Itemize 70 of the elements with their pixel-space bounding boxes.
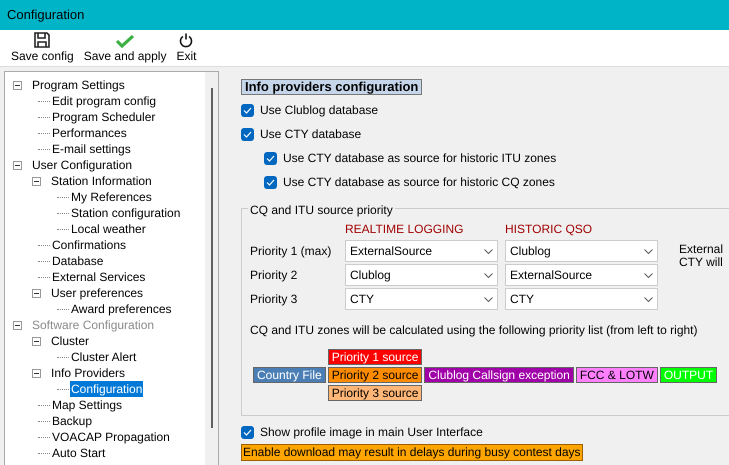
priority-label: Priority 1 (max) xyxy=(250,243,332,260)
priority-label: Priority 2 xyxy=(250,267,298,284)
checkbox-label: Use CTY database xyxy=(260,126,362,143)
checkmark-icon xyxy=(266,178,275,186)
collapse-icon[interactable] xyxy=(13,80,22,90)
dropdown[interactable]: Clublog xyxy=(345,264,498,286)
chevron-down-icon xyxy=(484,248,493,254)
collapse-icon[interactable] xyxy=(13,160,22,170)
tree-item[interactable]: User Configuration xyxy=(31,157,134,173)
toolbar-button[interactable]: Save config xyxy=(11,32,74,63)
tree-item[interactable]: User preferences xyxy=(50,285,144,301)
chevron-down-icon xyxy=(484,296,493,302)
checkbox-label: Show profile image in main User Interface xyxy=(260,424,483,441)
column-header: REALTIME LOGGING xyxy=(345,221,464,238)
checkbox-label: Use CTY database as source for historic ITU zones xyxy=(283,150,556,167)
chevron-down-icon xyxy=(644,272,653,278)
check-icon xyxy=(116,34,134,48)
tree-item[interactable]: Confirmations xyxy=(51,237,128,253)
checkbox[interactable] xyxy=(241,426,254,438)
tree-item[interactable]: Award preferences xyxy=(70,301,172,317)
dropdown[interactable]: CTY xyxy=(505,288,658,310)
column-header: HISTORIC QSO xyxy=(505,221,594,238)
scrollbar[interactable] xyxy=(205,72,218,465)
dropdown[interactable]: Clublog xyxy=(505,240,658,262)
explanation-text: CQ and ITU zones will be calculated using the following priority list (from left to right) xyxy=(250,322,699,339)
window-title: Configuration xyxy=(7,6,84,24)
checkmark-icon xyxy=(266,154,275,162)
chevron-down-icon xyxy=(484,272,493,278)
checkbox-label: Use Clublog database xyxy=(260,102,378,119)
power-icon xyxy=(179,33,194,48)
checkbox[interactable] xyxy=(264,152,277,164)
toolbar-button[interactable]: Save and apply xyxy=(84,34,166,63)
tree-item[interactable]: Database xyxy=(51,253,104,269)
dropdown[interactable]: ExternalSource xyxy=(345,240,498,262)
note-text: External xyxy=(679,243,724,256)
note-text: CTY will xyxy=(679,256,724,269)
tree-item[interactable]: Performances xyxy=(51,125,128,141)
source-tag: Priority 1 source xyxy=(328,349,422,365)
chevron-down-icon xyxy=(644,248,653,254)
source-tag: Clublog Callsign exception xyxy=(424,367,574,383)
priority-label: Priority 3 xyxy=(250,291,298,308)
source-tag: OUTPUT xyxy=(660,367,718,383)
collapse-icon[interactable] xyxy=(32,176,41,186)
tree-item[interactable]: Program Settings xyxy=(31,77,126,93)
checkmark-icon xyxy=(243,130,252,138)
dropdown[interactable]: ExternalSource xyxy=(505,264,658,286)
checkmark-icon xyxy=(243,106,252,114)
checkbox[interactable] xyxy=(241,104,254,116)
source-tag: Priority 3 source xyxy=(328,385,422,401)
tree-item[interactable]: Station Information xyxy=(50,173,153,189)
checkbox-label: Use CTY database as source for historic CQ zones xyxy=(283,174,555,191)
tree-item[interactable]: Edit program config xyxy=(51,93,158,109)
chevron-down-icon xyxy=(644,296,653,302)
tree-item[interactable]: E-mail settings xyxy=(51,141,132,157)
checkbox[interactable] xyxy=(241,128,254,140)
toolbar-button[interactable]: Exit xyxy=(176,33,196,63)
source-tag: Priority 2 source xyxy=(328,367,422,383)
tree-item[interactable]: Program Scheduler xyxy=(51,109,156,125)
dropdown[interactable]: CTY xyxy=(345,288,498,310)
checkbox[interactable] xyxy=(264,176,277,188)
tree-item[interactable]: Local weather xyxy=(70,221,147,237)
tree-item[interactable]: External Services xyxy=(51,269,146,285)
source-tag: FCC & LOTW xyxy=(576,367,658,383)
collapse-icon[interactable] xyxy=(32,288,41,298)
checkmark-icon xyxy=(243,428,252,436)
tree-item[interactable]: My References xyxy=(70,189,153,205)
source-tag: Country File xyxy=(253,367,326,383)
tree-item[interactable]: Station configuration xyxy=(70,205,182,221)
section-heading: Info providers configuration xyxy=(241,79,422,95)
warning-banner: Enable download may result in delays during busy contest days xyxy=(241,444,583,461)
